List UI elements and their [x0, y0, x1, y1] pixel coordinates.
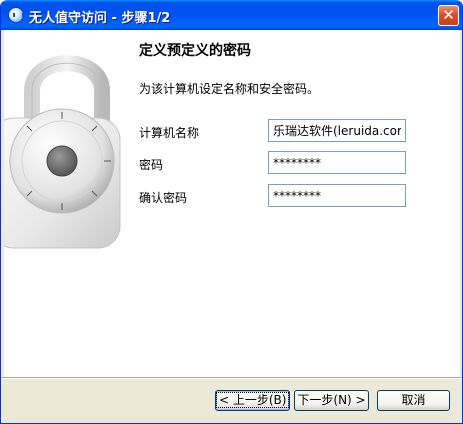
- confirm-password-label: 确认密码: [139, 191, 188, 205]
- next-button[interactable]: 下一步(N) >: [294, 390, 369, 411]
- close-button[interactable]: ✕: [438, 5, 459, 26]
- title-bar[interactable]: 无人值守访问 - 步骤1/2 ✕: [1, 0, 462, 30]
- page-description: 为该计算机设定名称和安全密码。: [139, 82, 320, 96]
- footer-divider: [1, 377, 462, 379]
- computer-name-input[interactable]: [268, 119, 406, 142]
- wizard-window: 无人值守访问 - 步骤1/2 ✕ 定义预定义的密码 为该计算机设定名称和安全密码…: [0, 0, 463, 424]
- teamviewer-icon: [8, 7, 24, 23]
- confirm-password-input[interactable]: [268, 184, 406, 207]
- back-button-label: < 上一步(B): [216, 392, 290, 408]
- password-input[interactable]: [268, 151, 406, 174]
- window-title: 无人值守访问 - 步骤1/2: [29, 11, 171, 26]
- page-heading: 定义预定义的密码: [139, 43, 251, 59]
- computer-name-label: 计算机名称: [139, 126, 200, 140]
- password-label: 密码: [139, 158, 164, 172]
- padlock-icon: [4, 55, 121, 249]
- cancel-button[interactable]: 取消: [377, 390, 450, 411]
- wizard-content: 定义预定义的密码 为该计算机设定名称和安全密码。 计算机名称 密码 确认密码: [4, 30, 460, 377]
- back-button[interactable]: < 上一步(B): [215, 390, 290, 411]
